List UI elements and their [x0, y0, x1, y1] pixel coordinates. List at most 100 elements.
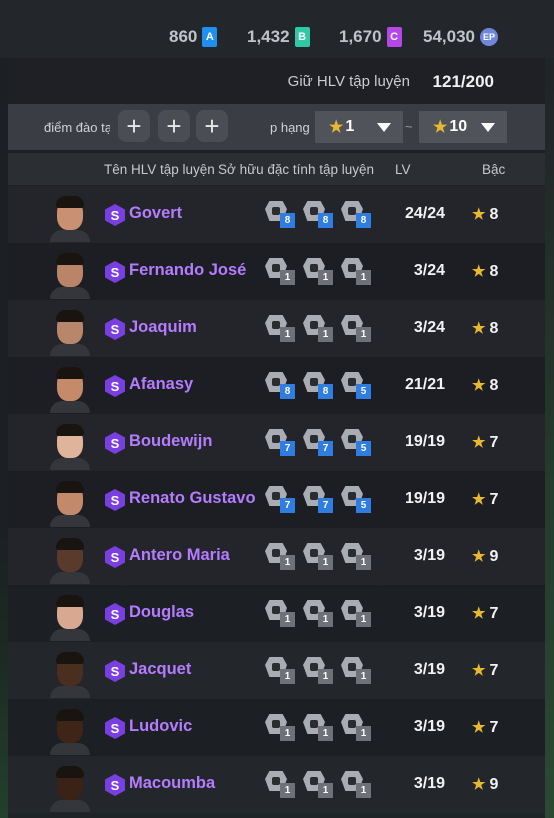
coach-row[interactable]: S Renato Gustavo 7 7 5 19/19 ★ 7: [8, 471, 545, 528]
training-trait[interactable]: 8: [303, 201, 333, 228]
coach-row[interactable]: S Fernando José 1 1 1 3/24 ★ 8: [8, 243, 545, 300]
coach-name: Govert: [129, 204, 183, 222]
avatar-shirt: [50, 401, 90, 413]
chevron-down-icon: [377, 123, 391, 132]
training-trait[interactable]: 1: [341, 714, 371, 741]
coach-avatar: [48, 194, 92, 242]
training-trait[interactable]: 7: [303, 486, 333, 513]
avatar-shirt: [50, 629, 90, 641]
trait-level: 1: [318, 669, 333, 684]
tier-value: 8: [489, 320, 499, 337]
header-tier[interactable]: Bậc: [482, 162, 505, 177]
training-trait[interactable]: 5: [341, 429, 371, 456]
avatar-shirt: [50, 230, 90, 242]
coach-avatar: [48, 650, 92, 698]
header-traits[interactable]: Sở hữu đặc tính tập luyện: [218, 162, 374, 177]
coach-level: 3/19: [413, 718, 445, 735]
avatar-hair: [56, 253, 84, 265]
training-trait[interactable]: 5: [341, 372, 371, 399]
coach-row[interactable]: S Govert 8 8 8 24/24 ★ 8: [8, 186, 545, 243]
training-trait[interactable]: 1: [265, 714, 295, 741]
coach-level: 3/19: [413, 604, 445, 621]
max-rank-value: 10: [449, 118, 468, 135]
training-trait[interactable]: 1: [303, 543, 333, 570]
avatar-hair: [56, 196, 84, 208]
training-trait[interactable]: 8: [265, 201, 295, 228]
training-trait[interactable]: 1: [303, 657, 333, 684]
coach-row[interactable]: S Afanasy 8 8 5 21/21 ★ 8: [8, 357, 545, 414]
training-trait[interactable]: 1: [341, 258, 371, 285]
training-trait[interactable]: 1: [303, 315, 333, 342]
training-trait[interactable]: 1: [265, 315, 295, 342]
training-trait[interactable]: 1: [265, 771, 295, 798]
star-icon: ★: [433, 119, 448, 136]
star-icon: ★: [472, 434, 486, 451]
training-trait[interactable]: 1: [341, 600, 371, 627]
training-trait[interactable]: 1: [341, 315, 371, 342]
training-trait[interactable]: 1: [303, 771, 333, 798]
trait-level: 1: [318, 783, 333, 798]
training-trait[interactable]: 7: [303, 429, 333, 456]
currency-c-value: 1,670: [339, 27, 382, 46]
header-coach-name[interactable]: Tên HLV tập luyện: [104, 162, 215, 177]
max-rank-dropdown[interactable]: ★ 10: [419, 111, 507, 143]
training-trait[interactable]: 7: [265, 429, 295, 456]
add-trait-filter-button[interactable]: +: [118, 110, 150, 142]
ep-value: 54,030: [423, 27, 475, 46]
trait-level: 1: [356, 726, 371, 741]
training-trait[interactable]: 7: [265, 486, 295, 513]
header-lv[interactable]: LV: [395, 162, 411, 177]
avatar-shirt: [50, 800, 90, 812]
coach-row[interactable]: S Boudewijn 7 7 5 19/19 ★ 7: [8, 414, 545, 471]
training-trait[interactable]: 1: [341, 657, 371, 684]
training-trait[interactable]: 8: [341, 201, 371, 228]
coach-row[interactable]: S Macoumba 1 1 1 3/19 ★ 9: [8, 756, 545, 813]
ep-currency: 54,030 EP: [423, 27, 498, 47]
coach-tier: ★ 9: [472, 547, 498, 566]
season-badge-icon: S: [105, 318, 125, 340]
training-trait[interactable]: 1: [265, 543, 295, 570]
coach-tier: ★ 7: [472, 604, 498, 623]
training-trait[interactable]: 1: [341, 543, 371, 570]
coach-row[interactable]: S Jacquet 1 1 1 3/19 ★ 7: [8, 642, 545, 699]
min-rank-dropdown[interactable]: ★ 1: [315, 111, 403, 143]
avatar-hair: [56, 538, 84, 550]
coach-name: Renato Gustavo: [129, 489, 256, 507]
tier-value: 7: [489, 605, 499, 622]
coach-row[interactable]: S Ludovic 1 1 1 3/19 ★ 7: [8, 699, 545, 756]
coach-name: Boudewijn: [129, 432, 213, 450]
avatar-hair: [56, 424, 84, 436]
add-trait-filter-button[interactable]: +: [158, 110, 190, 142]
trait-level: 1: [318, 270, 333, 285]
coach-row[interactable]: S Douglas 1 1 1 3/19 ★ 7: [8, 585, 545, 642]
training-trait[interactable]: 1: [341, 771, 371, 798]
currency-c: 1,670 C: [339, 27, 402, 47]
trait-level: 8: [318, 213, 333, 228]
coach-avatar: [48, 479, 92, 527]
hold-coaches-row: Giữ HLV tập luyện 121/200: [0, 60, 537, 100]
training-trait[interactable]: 1: [265, 600, 295, 627]
coach-level: 19/19: [404, 490, 445, 507]
training-trait[interactable]: 5: [341, 486, 371, 513]
ep-coin-icon: EP: [480, 28, 498, 46]
add-trait-filter-button[interactable]: +: [196, 110, 228, 142]
training-trait[interactable]: 1: [303, 714, 333, 741]
avatar-shirt: [50, 344, 90, 356]
min-rank-value: 1: [345, 118, 355, 135]
trait-level: 1: [318, 612, 333, 627]
training-trait[interactable]: 8: [265, 372, 295, 399]
coach-row[interactable]: S Joaquim 1 1 1 3/24 ★ 8: [8, 300, 545, 357]
training-trait[interactable]: 8: [303, 372, 333, 399]
training-trait[interactable]: 1: [265, 657, 295, 684]
star-icon: ★: [329, 119, 344, 136]
training-trait[interactable]: 1: [265, 258, 295, 285]
training-trait[interactable]: 1: [303, 600, 333, 627]
trait-level: 1: [280, 555, 295, 570]
coach-level: 3/19: [413, 547, 445, 564]
coach-tier: ★ 9: [472, 775, 498, 794]
star-icon: ★: [472, 662, 486, 679]
season-badge-icon: S: [105, 774, 125, 796]
training-trait[interactable]: 1: [303, 258, 333, 285]
coach-row[interactable]: S Antero Maria 1 1 1 3/19 ★ 9: [8, 528, 545, 585]
currency-b: 1,432 B: [247, 27, 310, 47]
